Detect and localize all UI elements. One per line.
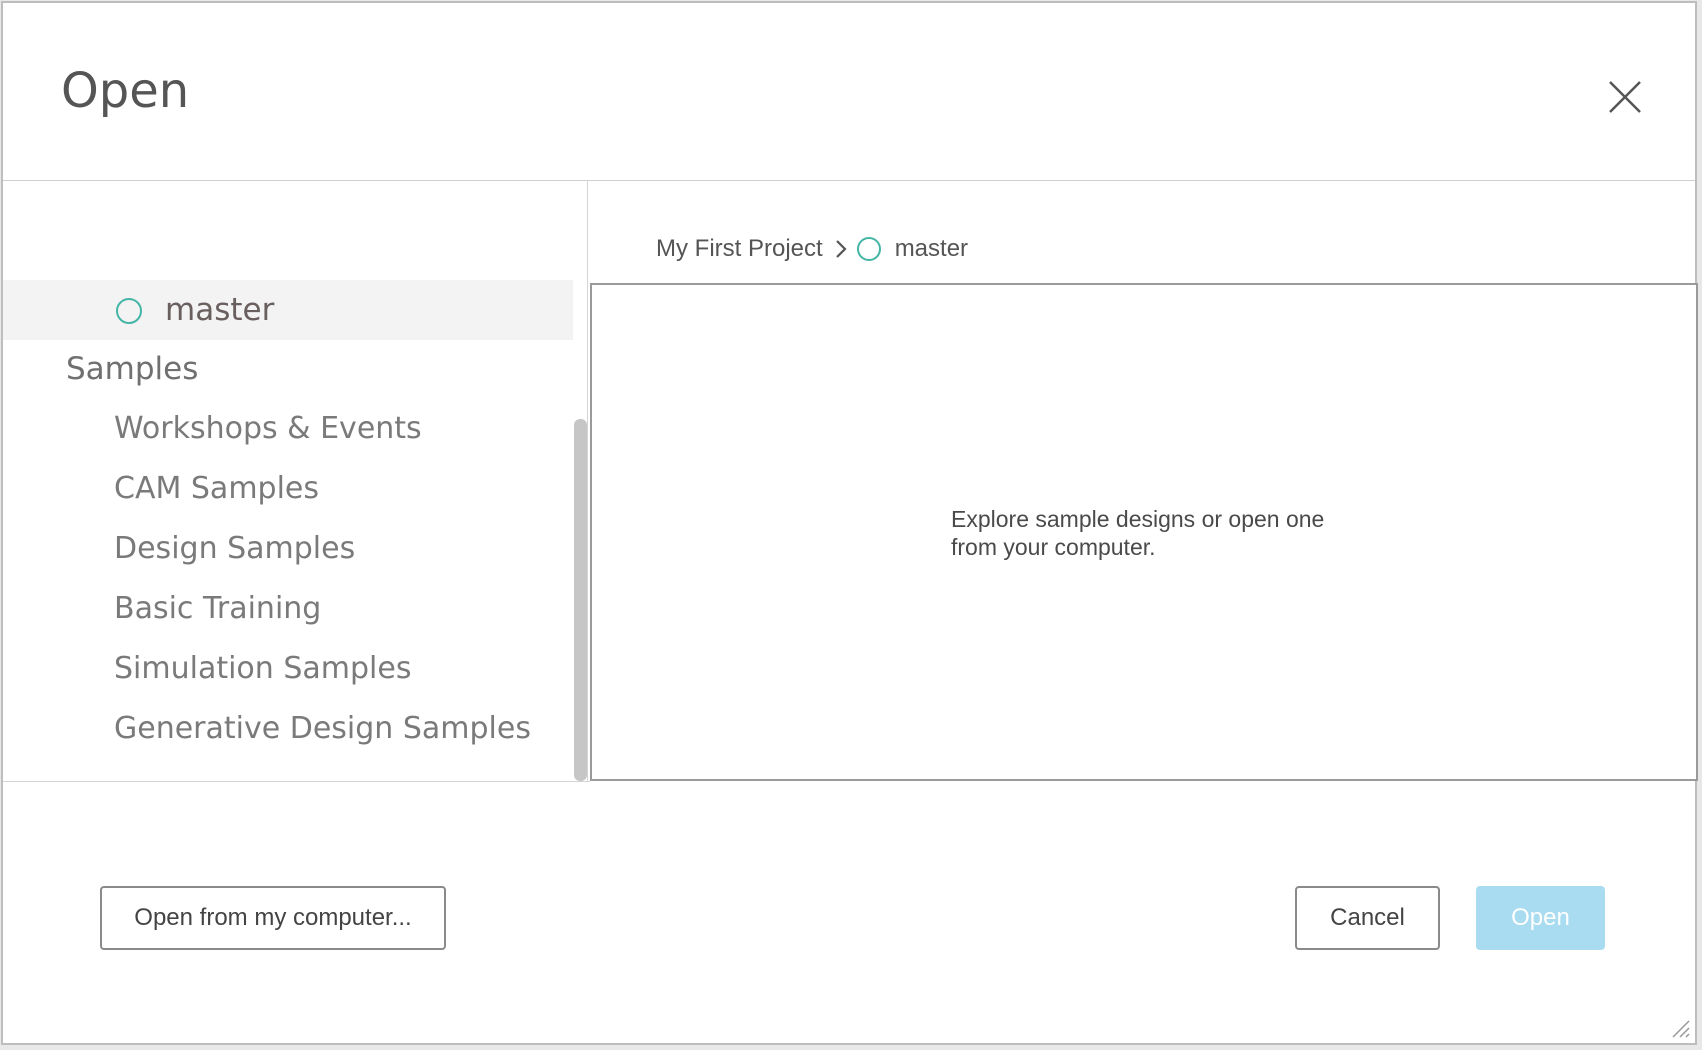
breadcrumb-project[interactable]: My First Project xyxy=(656,235,823,263)
sidebar-item-simulation-samples[interactable]: Simulation Samples xyxy=(114,651,411,686)
sidebar-item-basic-training[interactable]: Basic Training xyxy=(114,591,321,626)
content-panel: Explore sample designs or open one from … xyxy=(590,283,1698,781)
cancel-button[interactable]: Cancel xyxy=(1295,886,1440,950)
empty-state-line: Explore sample designs or open one xyxy=(951,506,1325,532)
sidebar-item-master[interactable]: master xyxy=(3,280,573,340)
breadcrumb: My First Project master xyxy=(656,231,968,267)
branch-icon xyxy=(856,237,881,261)
close-button[interactable] xyxy=(1607,79,1643,115)
close-icon xyxy=(1609,81,1641,113)
open-from-computer-button[interactable]: Open from my computer... xyxy=(100,886,446,950)
empty-state-line: from your computer. xyxy=(951,534,1156,560)
breadcrumb-branch[interactable]: master xyxy=(895,235,968,263)
open-button[interactable]: Open xyxy=(1476,886,1605,950)
footer-divider xyxy=(3,781,590,782)
open-dialog: Open master Samples Workshops & Events C… xyxy=(1,1,1698,1045)
empty-state-message: Explore sample designs or open one from … xyxy=(951,505,1371,561)
sidebar-item-design-samples[interactable]: Design Samples xyxy=(114,531,355,566)
chevron-right-icon xyxy=(835,239,847,259)
dialog-title: Open xyxy=(61,63,190,119)
dialog-header: Open xyxy=(3,3,1695,181)
sidebar-item-workshops-events[interactable]: Workshops & Events xyxy=(114,411,422,446)
sidebar-item-cam-samples[interactable]: CAM Samples xyxy=(114,471,319,506)
resize-grip-icon[interactable] xyxy=(1667,1015,1691,1039)
sidebar-item-generative-design-samples[interactable]: Generative Design Samples xyxy=(114,711,531,746)
sidebar-scrollbar[interactable] xyxy=(574,419,587,781)
branch-icon xyxy=(116,298,142,324)
sidebar: master Samples Workshops & Events CAM Sa… xyxy=(3,181,588,781)
sidebar-item-label: master xyxy=(165,292,275,328)
sidebar-section-samples[interactable]: Samples xyxy=(66,351,198,387)
